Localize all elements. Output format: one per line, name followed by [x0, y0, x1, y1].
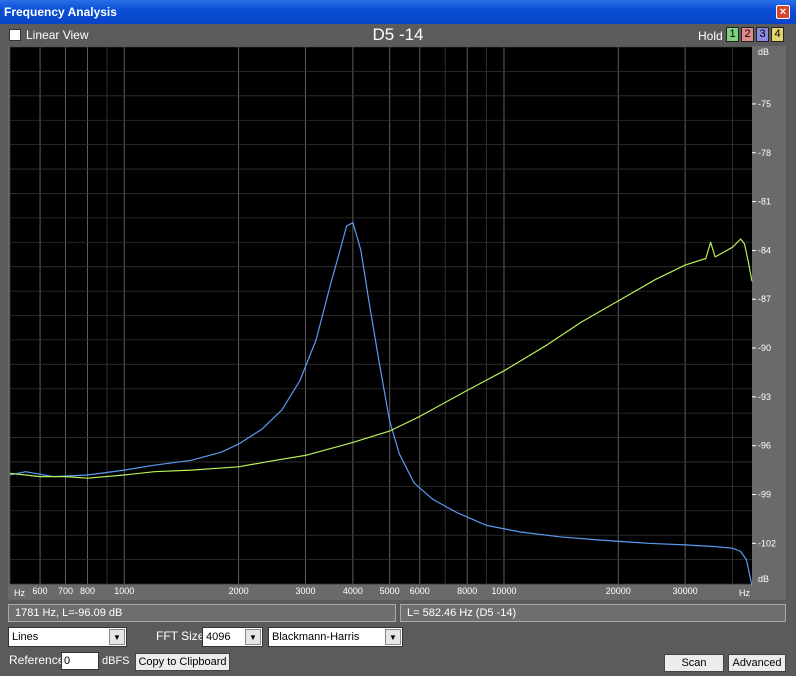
chevron-down-icon[interactable]: ▼ — [385, 629, 401, 645]
y-tick-label: -87 — [758, 294, 771, 304]
y-tick-label: -90 — [758, 343, 771, 353]
x-tick-label: 600 — [33, 586, 48, 596]
chevron-down-icon[interactable]: ▼ — [245, 629, 261, 645]
fft-size-value: 4096 — [206, 631, 231, 643]
cursor-readout: 1781 Hz, L=-96.09 dB — [8, 604, 396, 622]
x-tick-label: 10000 — [491, 586, 516, 596]
frequency-plot[interactable]: 600 700 800 1000 2000 3000 4000 5000 6000 8000 100… — [0, 0, 796, 600]
y-unit-bottom: dB — [758, 574, 769, 584]
display-mode-select[interactable]: Lines ▼ — [8, 627, 127, 647]
fft-size-label: FFT Size — [156, 629, 205, 643]
fft-size-select[interactable]: 4096 ▼ — [202, 627, 263, 647]
reference-input[interactable]: 0 — [61, 652, 99, 670]
copy-to-clipboard-button[interactable]: Copy to Clipboard — [135, 653, 230, 671]
x-tick-label: 1000 — [114, 586, 134, 596]
y-tick-label: -78 — [758, 148, 771, 158]
x-tick-label: 5000 — [380, 586, 400, 596]
reference-label: Reference — [9, 653, 65, 667]
window-function-select[interactable]: Blackmann-Harris ▼ — [268, 627, 403, 647]
x-tick-label: 800 — [80, 586, 95, 596]
y-unit-top: dB — [758, 47, 769, 57]
x-tick-label: 700 — [58, 586, 73, 596]
y-tick-label: -81 — [758, 197, 771, 207]
y-tick-label: -75 — [758, 99, 771, 109]
x-tick-label: 2000 — [229, 586, 249, 596]
y-tick-label: -96 — [758, 441, 771, 451]
x-tick-label: 30000 — [673, 586, 698, 596]
y-tick-label: -84 — [758, 245, 771, 255]
advanced-button[interactable]: Advanced — [728, 654, 786, 672]
y-tick-label: -99 — [758, 490, 771, 500]
x-tick-label: 3000 — [295, 586, 315, 596]
y-tick-label: -93 — [758, 392, 771, 402]
reference-unit: dBFS — [102, 655, 130, 667]
x-tick-label: 20000 — [606, 586, 631, 596]
scan-button[interactable]: Scan — [664, 654, 724, 672]
chevron-down-icon[interactable]: ▼ — [109, 629, 125, 645]
peak-readout: L= 582.46 Hz (D5 -14) — [400, 604, 786, 622]
window-function-value: Blackmann-Harris — [272, 631, 360, 643]
x-tick-label: 4000 — [343, 586, 363, 596]
x-unit-left: Hz — [14, 588, 25, 598]
x-unit-right: Hz — [739, 588, 750, 598]
display-mode-value: Lines — [12, 631, 39, 643]
x-tick-label: 6000 — [410, 586, 430, 596]
x-tick-label: 8000 — [457, 586, 477, 596]
y-tick-label: -102 — [758, 538, 776, 548]
